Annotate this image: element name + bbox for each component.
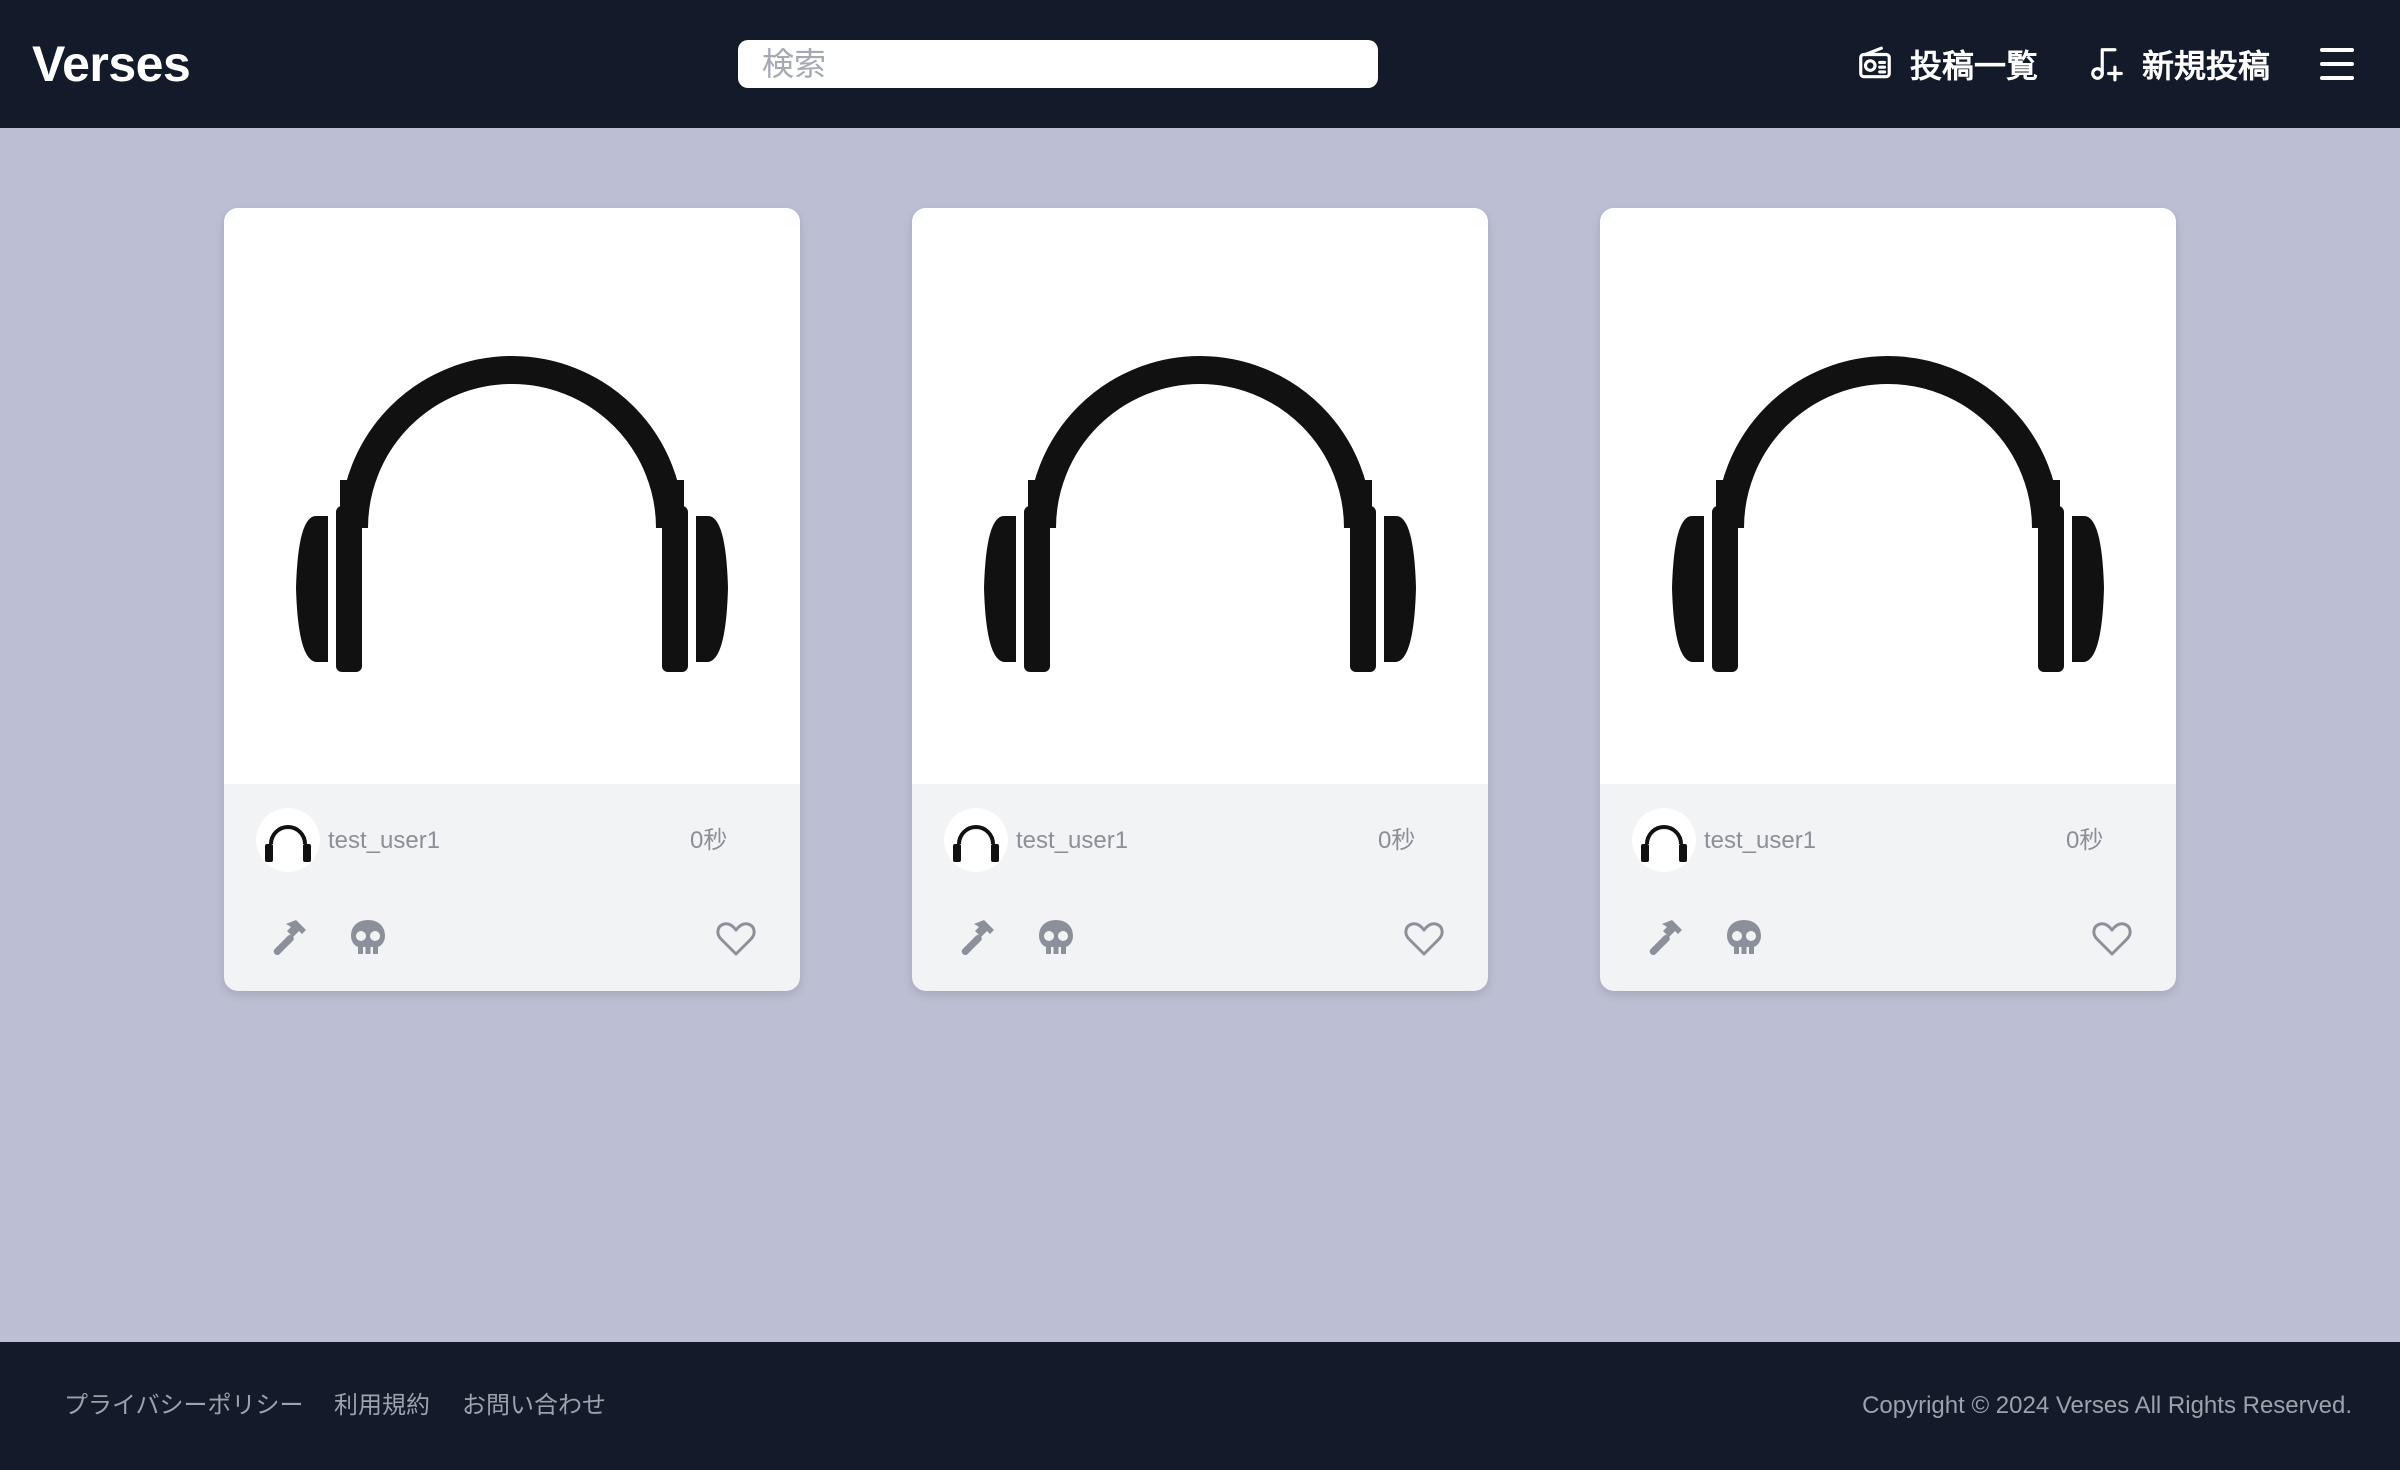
post-card[interactable]: test_user1 0秒 [1600, 208, 2176, 991]
radio-icon [1859, 46, 1891, 79]
site-footer: プライバシーポリシー 利用規約 お問い合わせ Copyright © 2024 … [0, 1342, 2400, 1470]
nav-posts-list[interactable]: 投稿一覧 [1856, 36, 2038, 92]
user-avatar[interactable] [256, 808, 320, 872]
like-button[interactable] [1402, 916, 1446, 960]
headphones-icon [953, 825, 999, 862]
post-time: 0秒 [1378, 827, 1416, 854]
heart-icon [1404, 922, 1444, 956]
headphones-icon [1641, 825, 1687, 862]
like-button[interactable] [714, 916, 758, 960]
hamburger-menu-icon [2320, 48, 2354, 80]
post-thumbnail[interactable] [224, 208, 800, 784]
skull-icon [1727, 920, 1761, 954]
search-input[interactable] [738, 40, 1378, 88]
heart-icon [716, 922, 756, 956]
headphones-icon [296, 356, 728, 672]
privacy-policy-link[interactable]: プライバシーポリシー [64, 1390, 304, 1422]
hammer-button[interactable] [1642, 916, 1686, 960]
hammer-button[interactable] [266, 916, 310, 960]
hammer-icon [1649, 920, 1682, 956]
nav-new-post[interactable]: 新規投稿 [2088, 36, 2270, 92]
post-time: 0秒 [690, 827, 728, 854]
top-navbar: Verses 投稿一覧 新規投稿 [0, 0, 2400, 128]
music-plus-icon [2091, 48, 2123, 82]
post-thumbnail[interactable] [1600, 208, 2176, 784]
skull-button[interactable] [346, 916, 390, 960]
hammer-button[interactable] [954, 916, 998, 960]
like-button[interactable] [2090, 916, 2134, 960]
headphones-icon [984, 356, 1416, 672]
contact-link[interactable]: お問い合わせ [462, 1390, 606, 1422]
hamburger-menu-button[interactable] [2318, 42, 2356, 86]
post-card[interactable]: test_user1 0秒 [912, 208, 1488, 991]
copyright-text: Copyright © 2024 Verses All Rights Reser… [1862, 1392, 2352, 1419]
post-username[interactable]: test_user1 [1016, 826, 1128, 856]
post-username[interactable]: test_user1 [1704, 826, 1816, 856]
post-card[interactable]: test_user1 0秒 [224, 208, 800, 991]
heart-icon [2092, 922, 2132, 956]
post-time: 0秒 [2066, 827, 2104, 854]
user-avatar[interactable] [944, 808, 1008, 872]
skull-button[interactable] [1034, 916, 1078, 960]
terms-link[interactable]: 利用規約 [334, 1390, 430, 1422]
post-thumbnail[interactable] [912, 208, 1488, 784]
skull-button[interactable] [1722, 916, 1766, 960]
hammer-icon [961, 920, 994, 956]
skull-icon [351, 920, 385, 954]
nav-new-label: 新規投稿 [2142, 48, 2271, 84]
post-username[interactable]: test_user1 [328, 826, 440, 856]
headphones-icon [1672, 356, 2104, 672]
skull-icon [1039, 920, 1073, 954]
hammer-icon [273, 920, 306, 956]
headphones-icon [265, 825, 311, 862]
nav-posts-label: 投稿一覧 [1910, 48, 2039, 84]
user-avatar[interactable] [1632, 808, 1696, 872]
site-logo[interactable]: Verses [32, 30, 191, 98]
